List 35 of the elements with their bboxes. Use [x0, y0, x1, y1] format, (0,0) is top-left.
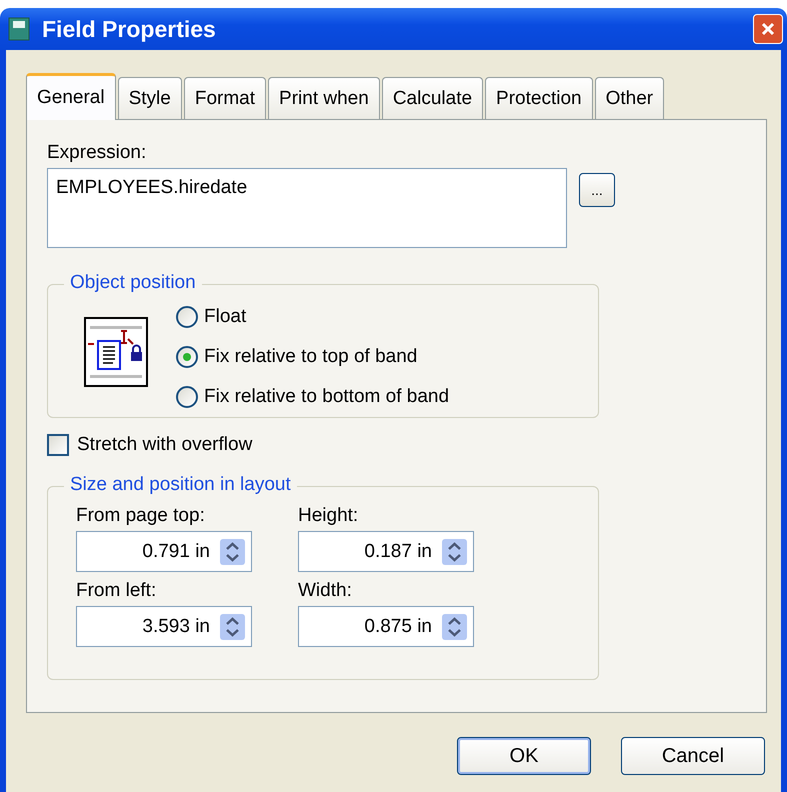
spin-field[interactable]: 0.875 in: [298, 606, 474, 647]
radio-option[interactable]: Fix relative to bottom of band: [176, 383, 450, 411]
spin-field[interactable]: 0.187 in: [298, 531, 474, 572]
tab[interactable]: Other: [594, 77, 664, 119]
expression-label: Expression:: [47, 142, 148, 164]
spin-field[interactable]: 0.791 in: [76, 531, 252, 572]
browse-button[interactable]: ...: [579, 173, 615, 207]
radio-option[interactable]: Float: [176, 303, 450, 331]
spinner-icon[interactable]: [220, 614, 245, 640]
radio-option[interactable]: Fix relative to top of band: [176, 343, 450, 371]
dialog-button[interactable]: OK: [457, 737, 591, 775]
window-title: Field Properties: [42, 16, 217, 42]
tab[interactable]: Calculate: [382, 77, 484, 119]
field-label: Width:: [298, 580, 353, 602]
field-label: From left:: [76, 580, 158, 602]
window-app-icon: [8, 17, 30, 41]
close-icon[interactable]: [760, 21, 776, 37]
tab[interactable]: General: [26, 73, 116, 120]
group-title: Object position: [64, 272, 202, 294]
field-label: Height:: [298, 505, 360, 527]
spinner-icon[interactable]: [442, 538, 467, 564]
stretch-checkbox[interactable]: Stretch with overflow: [47, 434, 252, 456]
group-title: Size and position in layout: [64, 474, 297, 496]
dialog-button[interactable]: Cancel: [621, 737, 765, 775]
close-button[interactable]: [753, 14, 783, 44]
expression-field[interactable]: EMPLOYEES.hiredate: [47, 168, 567, 248]
tab[interactable]: Style: [118, 77, 182, 119]
spin-field[interactable]: 3.593 in: [76, 606, 252, 647]
tab[interactable]: Protection: [485, 77, 593, 119]
spinner-icon[interactable]: [442, 614, 467, 640]
spinner-icon[interactable]: [220, 538, 245, 564]
tab[interactable]: Print when: [268, 77, 380, 119]
field-label: From page top:: [76, 505, 206, 527]
band-position-icon: [84, 317, 148, 387]
tab[interactable]: Format: [184, 77, 266, 119]
